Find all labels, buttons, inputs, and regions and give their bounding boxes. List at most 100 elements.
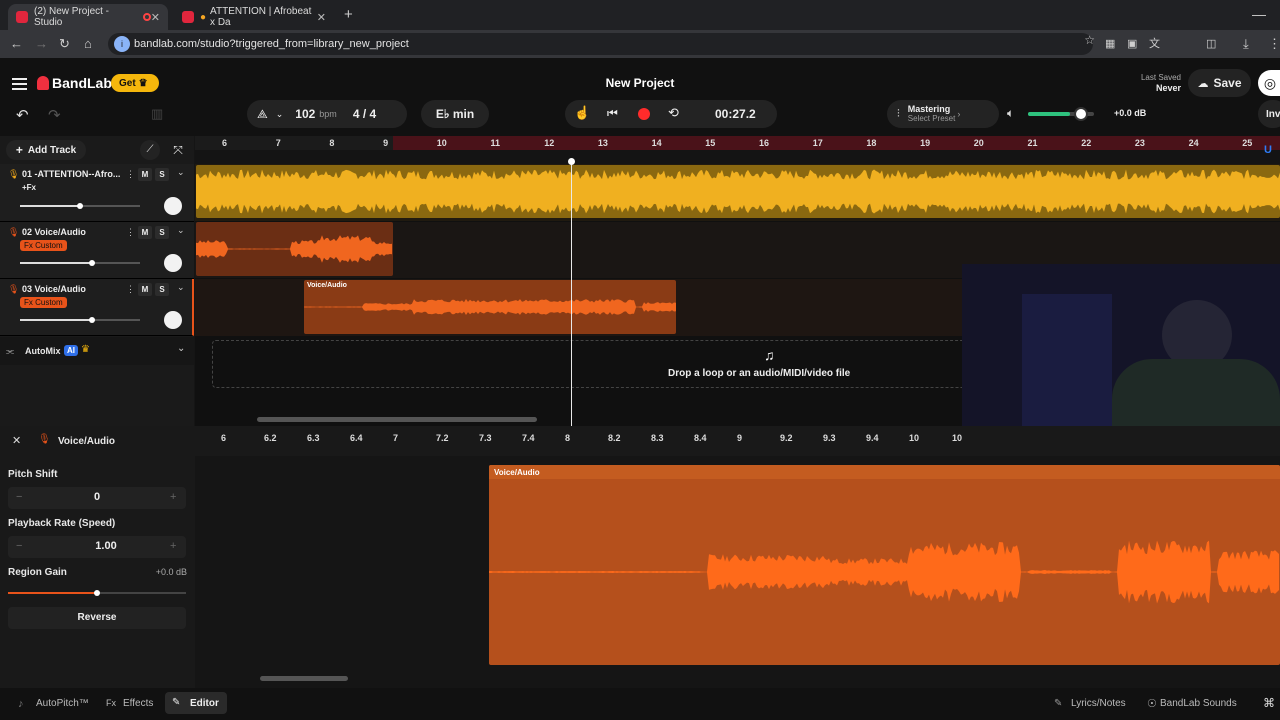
track-header[interactable]: 🎙︎ 01 -ATTENTION--Afro... ⋮ M S ⌄ +Fx <box>0 164 194 222</box>
metronome-icon[interactable]: ⟁ <box>257 107 268 122</box>
automix-row[interactable]: ⫘ AutoMix AI ♛ ⌄ <box>0 337 194 365</box>
speaker-volume-icon[interactable]: 🔈︎ <box>1007 106 1014 121</box>
editor-scrollbar[interactable] <box>260 676 348 681</box>
track-name[interactable]: 03 Voice/Audio <box>22 284 86 294</box>
mute-button[interactable]: M <box>138 283 152 296</box>
magnet-icon[interactable]: U <box>1264 144 1272 156</box>
master-volume-knob[interactable] <box>1073 107 1088 121</box>
region-gain-knob[interactable] <box>94 590 100 596</box>
collapse-icon[interactable]: ⤧ <box>167 140 189 160</box>
bpm-value[interactable]: 102 <box>295 107 315 121</box>
mute-button[interactable]: M <box>138 226 152 239</box>
playhead-handle[interactable] <box>568 158 575 165</box>
editor-ruler[interactable]: 6 6.2 6.3 6.4 7 7.2 7.3 7.4 8 8.2 8.3 8.4 9 9.2 9.3 9.4… <box>195 426 1280 456</box>
audio-clip-voice-02[interactable] <box>196 222 393 276</box>
autopitch-tab[interactable]: AutoPitch™ <box>36 698 89 709</box>
chevron-down-icon[interactable]: ⌄ <box>177 167 185 178</box>
chevron-down-icon[interactable]: ⌄ <box>177 343 185 354</box>
timeline-ruler[interactable]: 6 7 8 9 10 11 12 13 14 15 16 17 18 19 20 21 22 23 24 25 <box>195 136 1280 150</box>
site-info-icon[interactable]: i <box>114 36 130 52</box>
editor-audio-clip[interactable]: Voice/Audio <box>489 465 1280 665</box>
playback-rate-stepper[interactable]: − 1.00 + <box>8 536 186 558</box>
key-selector[interactable]: E♭ min <box>421 100 489 128</box>
track-volume-slider[interactable] <box>20 203 140 209</box>
solo-button[interactable]: S <box>155 226 169 239</box>
increment-button[interactable]: + <box>170 540 176 552</box>
browser-tab-studio[interactable]: (2) New Project - Studio ✕ <box>8 4 168 30</box>
record-button[interactable] <box>638 108 650 120</box>
master-volume-slider[interactable] <box>1028 107 1094 121</box>
chevron-down-icon[interactable]: ⌄ <box>177 282 185 293</box>
fx-custom-badge[interactable]: Fx Custom <box>20 240 67 251</box>
track-name[interactable]: 01 -ATTENTION--Afro... <box>22 169 120 179</box>
fx-custom-badge[interactable]: Fx Custom <box>20 297 67 308</box>
translate-icon[interactable]: 文 <box>1149 36 1160 52</box>
effects-tab[interactable]: Effects <box>123 698 153 709</box>
pitch-shift-stepper[interactable]: − 0 + <box>8 487 186 509</box>
pan-knob[interactable] <box>164 254 182 272</box>
close-tab-icon[interactable]: ✕ <box>317 11 326 24</box>
sidepanel-icon[interactable]: ◫ <box>1206 36 1216 52</box>
reload-icon[interactable]: ↻ <box>59 36 70 52</box>
browser-tab-attention[interactable]: ● ATTENTION | Afrobeat x Da ✕ <box>174 4 334 30</box>
chevron-down-icon[interactable]: ⌄ <box>276 109 284 120</box>
mute-button[interactable]: M <box>138 168 152 181</box>
reverse-button[interactable]: Reverse <box>8 607 186 629</box>
pan-knob[interactable] <box>164 311 182 329</box>
pitch-shift-value[interactable]: 0 <box>8 491 186 503</box>
audio-clip-attention[interactable] <box>196 165 1280 218</box>
close-editor-icon[interactable]: ✕ <box>12 434 21 447</box>
drop-zone[interactable]: ♫ Drop a loop or an audio/MIDI/video fil… <box>212 340 972 388</box>
undo-icon[interactable]: ↶ <box>16 106 29 124</box>
new-tab-button[interactable]: + <box>344 6 353 23</box>
back-icon[interactable]: ← <box>10 36 23 52</box>
add-fx-button[interactable]: +Fx <box>22 183 36 192</box>
track-name[interactable]: 02 Voice/Audio <box>22 227 86 237</box>
playhead[interactable] <box>571 160 572 426</box>
menu-icon[interactable]: ⋮ <box>1268 36 1280 52</box>
track-volume-knob[interactable] <box>89 260 95 266</box>
loop-region[interactable] <box>393 136 1280 150</box>
wand-icon[interactable]: ⟋ <box>140 140 160 160</box>
globe-icon[interactable]: ◎ <box>1258 70 1280 96</box>
increment-button[interactable]: + <box>170 491 176 503</box>
track-header[interactable]: 🎙︎ 02 Voice/Audio ⋮ M S ⌄ Fx Custom <box>0 222 194 279</box>
mixer-icon[interactable]: ▥ <box>151 106 163 122</box>
keyboard-shortcut-icon[interactable]: ⌘ <box>1263 696 1275 710</box>
more-options-icon[interactable]: ⋮ <box>126 284 135 295</box>
editor-tab[interactable]: ✎ Editor <box>165 692 227 714</box>
track-header-selected[interactable]: 🎙︎ 03 Voice/Audio ⋮ M S ⌄ Fx Custom <box>0 279 194 336</box>
skip-to-start-icon[interactable]: ⏮ <box>607 106 618 121</box>
add-track-button[interactable]: + Add Track <box>6 140 86 160</box>
region-gain-slider[interactable] <box>8 590 186 596</box>
close-tab-icon[interactable]: ✕ <box>151 11 160 24</box>
solo-button[interactable]: S <box>155 283 169 296</box>
mastering-button[interactable]: ⫶ Mastering Select Preset › <box>887 100 999 128</box>
track-volume-slider[interactable] <box>20 317 140 323</box>
time-signature[interactable]: 4 / 4 <box>353 107 376 121</box>
home-icon[interactable]: ⌂ <box>84 36 92 52</box>
bookmark-star-icon[interactable]: ☆ <box>1084 33 1095 47</box>
loop-icon[interactable]: ⟲ <box>668 105 679 121</box>
track-volume-knob[interactable] <box>89 317 95 323</box>
more-options-icon[interactable]: ⋮ <box>126 169 135 180</box>
url-field[interactable]: i bandlab.com/studio?triggered_from=libr… <box>108 33 1095 55</box>
save-button[interactable]: ☁ Save <box>1188 69 1251 97</box>
minimize-icon[interactable]: — <box>1252 6 1266 22</box>
chevron-down-icon[interactable]: ⌄ <box>177 225 185 236</box>
more-options-icon[interactable]: ⋮ <box>126 227 135 238</box>
audio-clip-voice-03[interactable]: Voice/Audio <box>304 280 676 334</box>
track-volume-knob[interactable] <box>77 203 83 209</box>
lyrics-tab[interactable]: Lyrics/Notes <box>1071 698 1126 709</box>
track-volume-slider[interactable] <box>20 260 140 266</box>
project-title[interactable]: New Project <box>0 76 1280 90</box>
sounds-tab[interactable]: BandLab Sounds <box>1160 698 1237 709</box>
pan-knob[interactable] <box>164 197 182 215</box>
redo-icon[interactable]: ↷ <box>48 106 61 124</box>
extension-icon[interactable]: ▦ <box>1105 36 1115 52</box>
invite-button[interactable]: Inv <box>1258 100 1280 128</box>
timeline-scrollbar[interactable] <box>257 417 537 422</box>
download-icon[interactable]: ⤓ <box>1243 36 1249 52</box>
forward-icon[interactable]: → <box>35 36 48 52</box>
cast-icon[interactable]: ▣ <box>1127 36 1137 52</box>
